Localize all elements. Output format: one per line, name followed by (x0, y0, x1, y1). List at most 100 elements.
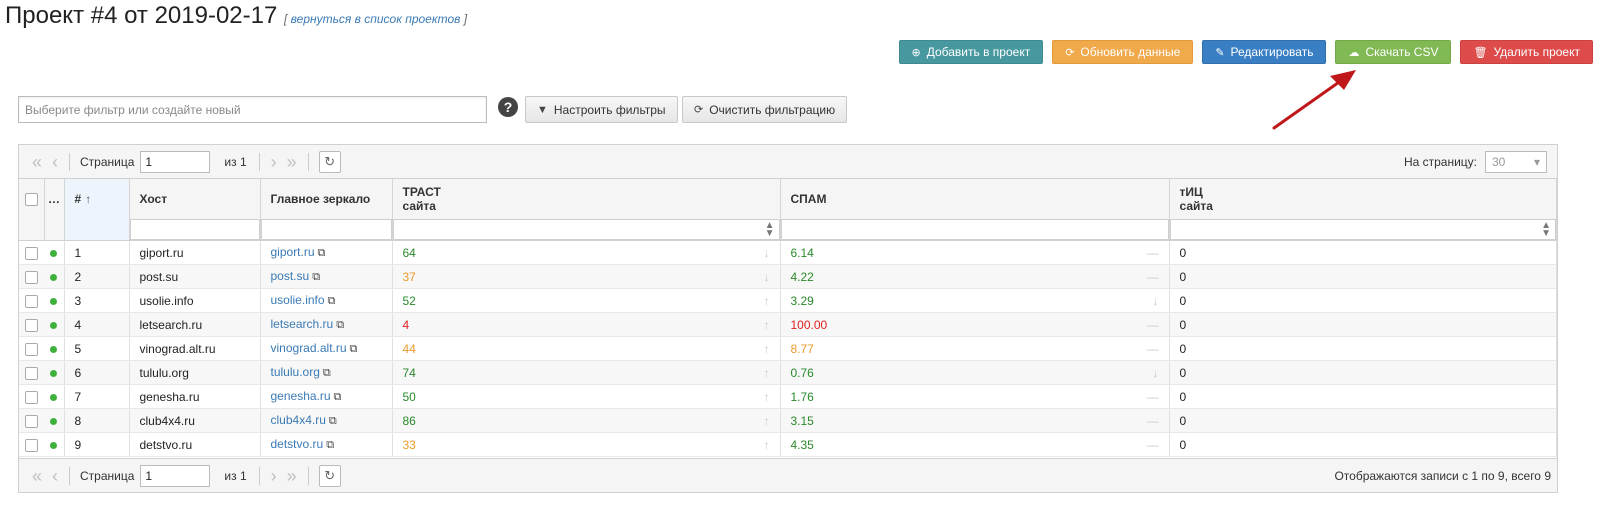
row-checkbox[interactable] (25, 270, 38, 284)
prev-page-icon[interactable]: ‹ (52, 153, 58, 171)
row-checkbox[interactable] (25, 414, 38, 428)
trust-value: 44 (402, 341, 416, 356)
row-trust: 44 ↑ (392, 336, 781, 361)
mirror-link[interactable]: detstvo.ru (271, 437, 324, 451)
reload-grid-icon[interactable]: ↻ (318, 464, 341, 487)
row-checkbox[interactable] (25, 318, 38, 332)
configure-filters-button[interactable]: ▼ Настроить фильтры (525, 96, 678, 123)
row-host: club4x4.ru (129, 408, 261, 433)
edit-button[interactable]: ✎ Редактировать (1202, 40, 1327, 64)
col-tic[interactable]: тИЦ сайта (1169, 179, 1557, 219)
external-link-icon[interactable]: ⧉ (336, 319, 344, 331)
column-menu-header[interactable]: … (44, 179, 65, 219)
row-select-cell (19, 264, 65, 289)
pager-divider (258, 152, 260, 171)
filter-select-input[interactable] (18, 96, 487, 123)
select-all-checkbox[interactable] (24, 193, 38, 207)
delete-project-button[interactable]: 🗑 Удалить проект (1460, 40, 1593, 64)
status-dot-icon (50, 393, 57, 401)
question-circle-icon[interactable]: ? (498, 97, 518, 117)
table-row[interactable]: 4 letsearch.ru letsearch.ru ⧉ 4 ↑ 100.00—0 (19, 312, 1557, 337)
spam-filter-input[interactable] (780, 219, 1168, 240)
external-link-icon[interactable]: ⧉ (323, 367, 331, 379)
trust-filter-cell: ▲ ▼ (392, 219, 781, 241)
table-row[interactable]: 9 detstvo.ru detstvo.ru ⧉ 33 ↑ 4.35—0 (19, 432, 1557, 457)
row-checkbox[interactable] (25, 246, 38, 260)
table-row[interactable]: 3 usolie.info usolie.info ⧉ 52 ↑ 3.29 ↓ 0 (19, 288, 1557, 313)
status-dot-icon (50, 417, 57, 425)
table-row[interactable]: 5 vinograd.alt.ru vinograd.alt.ru ⧉ 44 ↑ 8.77—… (19, 336, 1557, 361)
spinner-icon[interactable]: ▲ ▼ (765, 221, 775, 239)
spam-value: 3.15 (790, 413, 814, 428)
add-to-project-button[interactable]: ⊕ Добавить в проект (898, 40, 1044, 64)
table-row[interactable]: 2 post.su post.su ⧉ 37 ↓ 4.22—0 (19, 264, 1557, 289)
row-checkbox[interactable] (25, 342, 38, 356)
mirror-link[interactable]: genesha.ru (271, 389, 331, 403)
row-select-cell (19, 336, 65, 361)
pager-top: « ‹ Страница из 1 › » ↻ На страницу: 30 … (19, 145, 1557, 179)
external-link-icon[interactable]: ⧉ (350, 343, 358, 355)
col-spam[interactable]: СПАМ (780, 179, 1170, 219)
row-tic: 0 (1169, 288, 1557, 313)
row-spam: 4.22 — (780, 264, 1170, 289)
row-checkbox[interactable] (25, 294, 38, 308)
row-checkbox[interactable] (25, 438, 38, 452)
mirror-link[interactable]: tululu.org (271, 365, 320, 379)
row-checkbox[interactable] (25, 366, 38, 380)
status-dot-icon (50, 273, 57, 281)
last-page-icon[interactable]: » (287, 153, 297, 171)
external-link-icon[interactable]: ⧉ (334, 391, 342, 403)
page-label: Страница (80, 468, 135, 483)
col-mirror[interactable]: Главное зеркало (260, 179, 393, 219)
next-page-icon[interactable]: › (271, 153, 277, 171)
page-number-input[interactable] (140, 150, 211, 173)
next-page-icon[interactable]: › (271, 467, 277, 485)
col-trust[interactable]: ТРАСТ сайта (392, 179, 781, 219)
flat-trend-icon: — (1146, 317, 1159, 332)
external-link-icon[interactable]: ⧉ (326, 439, 334, 451)
host-filter-input[interactable] (129, 219, 259, 240)
row-checkbox[interactable] (25, 390, 38, 404)
mirror-filter-input[interactable] (260, 219, 391, 240)
mirror-link[interactable]: letsearch.ru (271, 317, 334, 331)
external-link-icon[interactable]: ⧉ (328, 295, 336, 307)
table-row[interactable]: 1 giport.ru giport.ru ⧉ 64 ↓ 6.14—0 (19, 240, 1557, 265)
table-row[interactable]: 6 tululu.org tululu.org ⧉ 74 ↑ 0.76 ↓ 0 (19, 360, 1557, 385)
spinner-icon[interactable]: ▲ ▼ (1541, 221, 1551, 239)
row-number: 7 (64, 384, 130, 409)
table-row[interactable]: 7 genesha.ru genesha.ru ⧉ 50 ↑ 1.76—0 (19, 384, 1557, 409)
mirror-link[interactable]: giport.ru (271, 245, 315, 259)
mirror-link[interactable]: post.su (271, 269, 310, 283)
filter-cell (44, 219, 65, 241)
reload-grid-icon[interactable]: ↻ (318, 150, 341, 173)
page-number-input[interactable] (140, 464, 211, 487)
first-page-icon[interactable]: « (32, 153, 42, 171)
tic-filter-input[interactable]: ▲ ▼ (1169, 219, 1556, 240)
row-trust: 50 ↑ (392, 384, 781, 409)
mirror-link[interactable]: vinograd.alt.ru (271, 341, 347, 355)
mirror-link[interactable]: usolie.info (271, 293, 325, 307)
last-page-icon[interactable]: » (287, 467, 297, 485)
external-link-icon[interactable]: ⧉ (329, 415, 337, 427)
back-to-projects-link[interactable]: вернуться в список проектов (291, 12, 461, 26)
external-link-icon[interactable]: ⧉ (318, 247, 326, 259)
row-tic: 0 (1169, 432, 1557, 457)
external-link-icon[interactable]: ⧉ (312, 271, 320, 283)
first-page-icon[interactable]: « (32, 467, 42, 485)
edit-icon: ✎ (1215, 46, 1225, 59)
spam-filter-cell (780, 219, 1170, 241)
row-number: 6 (64, 360, 130, 385)
mirror-link[interactable]: club4x4.ru (271, 413, 326, 427)
page-label: Страница (80, 154, 135, 169)
prev-page-icon[interactable]: ‹ (52, 467, 58, 485)
col-host[interactable]: Хост (129, 179, 261, 219)
per-page-select[interactable]: 30 ▾ (1485, 151, 1547, 173)
clear-filter-button[interactable]: ⟳ Очистить фильтрацию (682, 96, 848, 123)
download-csv-button[interactable]: ☁ Скачать CSV (1335, 40, 1452, 64)
trust-filter-input[interactable]: ▲ ▼ (392, 219, 779, 240)
refresh-data-button[interactable]: ⟳ Обновить данные (1052, 40, 1194, 64)
table-row[interactable]: 8 club4x4.ru club4x4.ru ⧉ 86 ↑ 3.15—0 (19, 408, 1557, 433)
col-num[interactable]: # ↑ (64, 179, 130, 219)
row-tic: 0 (1169, 240, 1557, 265)
row-mirror: post.su ⧉ (260, 264, 393, 289)
